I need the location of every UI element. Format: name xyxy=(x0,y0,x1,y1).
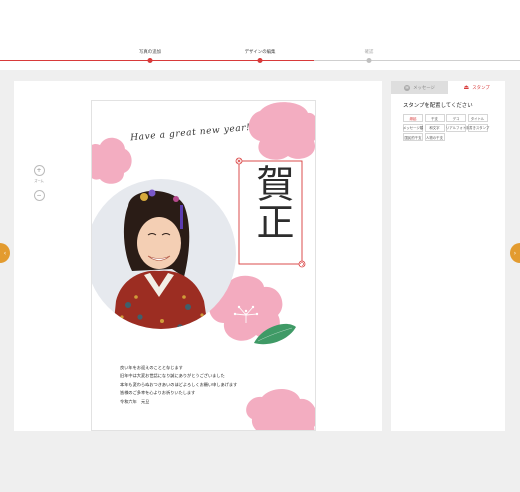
panel-title: スタンプを配置してください xyxy=(403,103,473,109)
category-button[interactable]: メッセージ類 xyxy=(403,123,423,132)
stamp-icon: ⏏ xyxy=(463,84,470,91)
progress-track-done xyxy=(0,60,314,61)
message-line: 良い年をお迎えのことと存じます xyxy=(120,365,183,370)
message-line: 令和六年 元旦 xyxy=(120,398,150,404)
step-dot-confirm[interactable] xyxy=(366,58,372,63)
panel-tabs: ✉ メッセージ ⏏ スタンプ xyxy=(391,81,505,94)
tab-message-label: メッセージ xyxy=(413,85,435,91)
category-button[interactable]: 和文字 xyxy=(424,123,445,132)
step-label-design: デザインの編集 xyxy=(244,50,276,55)
tab-message[interactable]: ✉ メッセージ xyxy=(391,81,448,94)
message-line: 本年も変わらぬおつきあいのほどよろしくお願い申しあげます xyxy=(120,381,238,387)
kanji-stamp[interactable]: 賀正 xyxy=(244,164,297,240)
step-dot-design[interactable] xyxy=(257,58,263,63)
plum-flower-left xyxy=(92,137,132,184)
message-text[interactable]: 良い年をお迎えのことと存じます 旧年中は大変お世話になり誠にありがとうございまし… xyxy=(120,364,290,406)
zoom-out-icon[interactable]: − xyxy=(33,190,45,201)
message-line: 旧年中は大変お世話になり誠にありがとうございました xyxy=(120,373,225,379)
design-canvas-area: + ズーム − Have a great new year! 賀正 良い年をお迎… xyxy=(14,81,382,431)
greeting-card[interactable]: Have a great new year! 賀正 良い年をお迎えのことと存じま… xyxy=(91,100,316,431)
step-label-confirm: 確認 xyxy=(364,50,374,55)
category-button[interactable]: 干支 xyxy=(424,114,445,122)
progress-stepper: 写真の追加 デザインの編集 確認 xyxy=(0,40,520,70)
step-dot-photo[interactable] xyxy=(147,58,153,63)
category-button[interactable]: 手書きスタンプ xyxy=(466,123,489,132)
stamp-panel: ✉ メッセージ ⏏ スタンプ スタンプを配置してください 縁起 干支 デコ タイ… xyxy=(391,81,505,431)
progress-track-remaining xyxy=(314,60,520,61)
category-button[interactable]: リアルフォト xyxy=(446,123,466,132)
zoom-in-icon[interactable]: + xyxy=(33,165,45,176)
step-label-photo: 写真の追加 xyxy=(139,50,161,55)
zoom-controls: + ズーム − xyxy=(32,165,46,201)
message-line: 皆様のご多幸を心よりお祈りいたします xyxy=(120,390,196,396)
workspace: ‹ › + ズーム − Have a great new year! 賀正 良い… xyxy=(0,70,520,492)
category-button[interactable]: デコ xyxy=(446,114,466,122)
message-icon: ✉ xyxy=(404,84,411,91)
chevron-right-icon[interactable]: › xyxy=(510,243,520,263)
category-button[interactable]: タイトル xyxy=(467,114,488,122)
category-button[interactable]: 縁起 xyxy=(403,114,423,122)
tab-stamp-label: スタンプ xyxy=(472,85,490,91)
stamp-category-grid: 縁起 干支 デコ タイトル メッセージ類 和文字 リアルフォト 手書きスタンプ … xyxy=(403,114,505,141)
tab-stamp[interactable]: ⏏ スタンプ xyxy=(448,81,505,94)
category-button[interactable]: 国民的干支 xyxy=(403,133,423,141)
chevron-left-icon[interactable]: ‹ xyxy=(0,243,10,263)
zoom-label: ズーム xyxy=(34,179,44,183)
category-button[interactable]: 人物の干支 xyxy=(424,133,445,141)
